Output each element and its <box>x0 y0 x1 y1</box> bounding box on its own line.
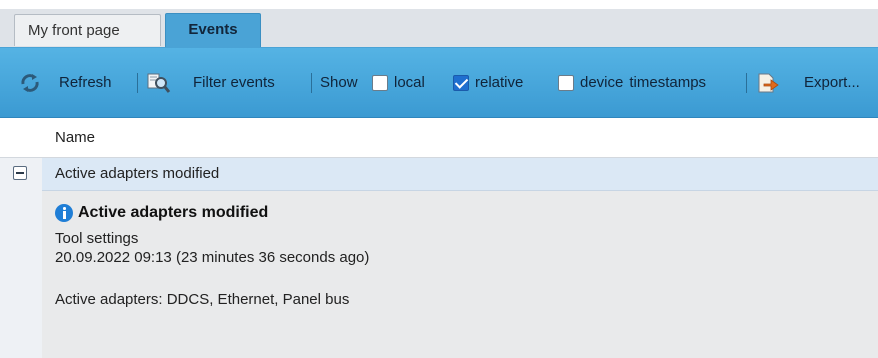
events-toolbar: Refresh Filter events Show local relativ… <box>0 48 878 118</box>
table-header: Name <box>0 118 878 158</box>
timestamps-label: timestamps <box>629 74 707 91</box>
filter-events-label: Filter events <box>193 74 275 91</box>
tab-events[interactable]: Events <box>165 13 261 47</box>
export-icon <box>758 73 779 92</box>
collapse-minus-icon[interactable] <box>13 166 27 180</box>
refresh-icon <box>21 73 39 92</box>
relative-checkbox[interactable] <box>453 74 469 91</box>
toolbar-divider <box>311 73 312 93</box>
event-message: Active adapters: DDCS, Ethernet, Panel b… <box>55 291 350 308</box>
device-timestamps-checkbox[interactable] <box>558 74 574 91</box>
event-title-text: Active adapters modified <box>78 204 269 221</box>
local-checkbox[interactable] <box>372 74 388 91</box>
tab-my-front-page[interactable]: My front page <box>14 14 161 46</box>
event-source: Tool settings <box>55 230 139 247</box>
show-text: Show <box>320 74 358 91</box>
export-label: Export... <box>804 74 860 91</box>
column-header-name[interactable]: Name <box>55 118 95 157</box>
top-clipped-strip <box>0 0 878 9</box>
refresh-button[interactable]: Refresh <box>19 48 112 117</box>
refresh-label: Refresh <box>59 74 112 91</box>
event-timestamp: 20.09.2022 09:13 (23 minutes 36 seconds … <box>55 249 370 266</box>
device-label: device <box>580 74 624 91</box>
device-timestamps-checkbox-group[interactable]: device timestamps <box>558 48 706 117</box>
show-label: Show <box>320 48 358 117</box>
filter-events-button[interactable]: Filter events <box>147 48 275 117</box>
local-label: local <box>394 74 425 91</box>
local-checkbox-group[interactable]: local <box>372 48 425 117</box>
event-detail-panel: Active adapters modified Tool settings 2… <box>42 191 878 358</box>
toolbar-divider <box>137 73 138 93</box>
event-group-row[interactable]: Active adapters modified <box>42 158 878 191</box>
relative-label: relative <box>475 74 524 91</box>
tab-bar: My front page Events <box>0 9 878 48</box>
event-group-label: Active adapters modified <box>55 165 220 182</box>
filter-magnifier-icon <box>147 73 171 93</box>
relative-checkbox-group[interactable]: relative <box>453 48 523 117</box>
toolbar-divider <box>746 73 747 93</box>
event-detail-title: Active adapters modified <box>55 204 268 222</box>
info-icon <box>55 204 73 222</box>
export-button[interactable]: Export... <box>756 48 860 117</box>
